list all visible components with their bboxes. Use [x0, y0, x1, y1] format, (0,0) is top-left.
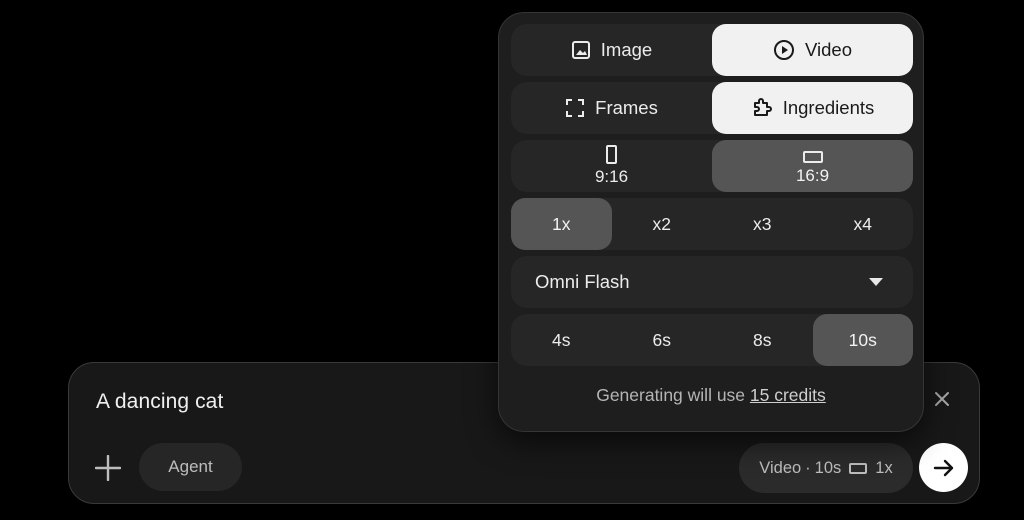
count-option-x3[interactable]: x3 — [712, 198, 813, 250]
count-option-x2[interactable]: x2 — [612, 198, 713, 250]
prompt-input[interactable]: A dancing cat — [96, 390, 223, 414]
generation-settings-popover: Image Video Frames Ingredients 9:16 16:9… — [498, 12, 924, 432]
count-option-x4[interactable]: x4 — [813, 198, 914, 250]
credit-note-text: Generating will use — [596, 385, 746, 405]
type-option-image[interactable]: Image — [511, 24, 712, 76]
generation-settings-button[interactable]: Video · 10s 1x — [739, 443, 913, 493]
type-option-label: Image — [600, 39, 653, 60]
credit-note: Generating will use 15 credits — [499, 385, 923, 406]
model-label: Omni Flash — [535, 271, 630, 292]
portrait-icon — [606, 145, 617, 164]
aspect-option-9-16[interactable]: 9:16 — [511, 140, 712, 192]
output-count-selector: 1x x2 x3 x4 — [511, 198, 913, 250]
play-circle-icon — [774, 40, 794, 60]
duration-option-4s[interactable]: 4s — [511, 314, 612, 366]
type-option-label: Video — [805, 39, 852, 60]
arrow-right-icon — [933, 459, 953, 476]
type-option-video[interactable]: Video — [712, 24, 913, 76]
landscape-icon — [849, 462, 868, 474]
close-button[interactable] — [931, 388, 953, 410]
aspect-option-label: 9:16 — [594, 167, 629, 186]
duration-option-6s[interactable]: 6s — [612, 314, 713, 366]
close-icon — [935, 392, 949, 406]
mode-option-frames[interactable]: Frames — [511, 82, 712, 134]
caret-down-icon — [869, 278, 883, 286]
agent-button[interactable]: Agent — [139, 443, 242, 491]
mode-option-ingredients[interactable]: Ingredients — [712, 82, 913, 134]
image-icon — [571, 41, 590, 59]
plus-icon — [95, 455, 121, 481]
add-button[interactable] — [91, 451, 125, 485]
duration-option-8s[interactable]: 8s — [712, 314, 813, 366]
duration-selector: 4s 6s 8s 10s — [511, 314, 913, 366]
model-dropdown[interactable]: Omni Flash — [511, 256, 913, 308]
landscape-icon — [802, 150, 823, 163]
settings-duration: 10s — [814, 458, 842, 477]
settings-count: 1x — [875, 458, 893, 477]
frames-icon — [566, 99, 585, 117]
aspect-option-16-9[interactable]: 16:9 — [712, 140, 913, 192]
count-option-1x[interactable]: 1x — [511, 198, 612, 250]
send-button[interactable] — [919, 443, 968, 492]
mode-selector: Frames Ingredients — [511, 82, 913, 134]
type-selector: Image Video — [511, 24, 913, 76]
mode-option-label: Frames — [595, 97, 658, 118]
aspect-option-label: 16:9 — [795, 165, 830, 185]
duration-option-10s[interactable]: 10s — [812, 314, 913, 366]
aspect-ratio-selector: 9:16 16:9 — [511, 140, 913, 192]
settings-separator: · — [805, 458, 811, 477]
credits-link[interactable]: 15 credits — [750, 385, 826, 405]
ingredients-icon — [753, 98, 772, 116]
settings-mode: Video — [759, 458, 802, 477]
mode-option-label: Ingredients — [782, 97, 875, 118]
